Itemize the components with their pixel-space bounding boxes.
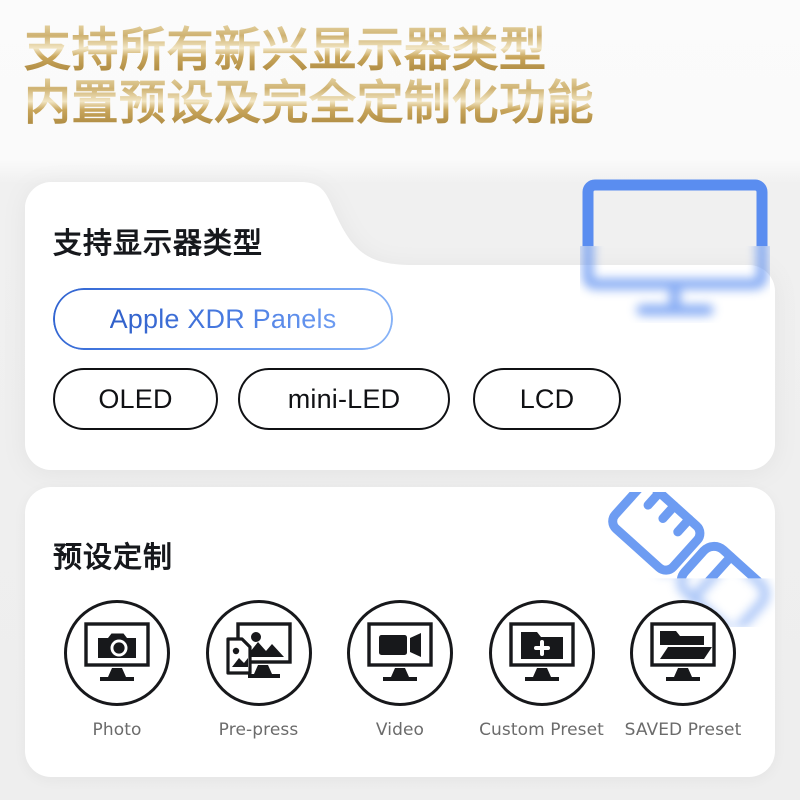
- preset-item-saved-preset[interactable]: SAVED Preset: [619, 600, 747, 740]
- preset-item-video[interactable]: Video: [336, 600, 464, 740]
- monitor-video-camera-icon: [367, 622, 433, 681]
- supported-panel-types-card: 支持显示器类型 Apple XDR Panels OLED mini-LED L…: [25, 182, 775, 470]
- preset-icon-circle: [347, 600, 453, 706]
- headline-line-1: 支持所有新兴显示器类型: [24, 24, 764, 77]
- pill-oled[interactable]: OLED: [53, 368, 218, 430]
- preset-list: Photo Pre-press Video Custom Preset SAVE…: [25, 600, 775, 740]
- preset-card-title: 预设定制: [53, 540, 174, 574]
- preset-icon-circle: [205, 600, 312, 706]
- monitor-folder-open-icon: [650, 622, 716, 681]
- preset-icon-circle: [630, 600, 736, 706]
- pill-label: LCD: [519, 383, 575, 414]
- preset-item-pre-press[interactable]: Pre-press: [195, 600, 323, 740]
- preset-label: SAVED Preset: [624, 720, 742, 740]
- preset-label: Video: [375, 720, 425, 740]
- monitor-image-document-icon: [225, 622, 292, 678]
- monitor-folder-plus-icon: [508, 622, 575, 681]
- pill-mini-led[interactable]: mini-LED: [238, 368, 450, 430]
- monitor-camera-icon: [84, 622, 150, 681]
- pill-label: OLED: [98, 383, 173, 414]
- pill-label: mini-LED: [287, 383, 401, 414]
- preset-label: Custom Preset: [479, 720, 604, 740]
- preset-item-photo[interactable]: Photo: [53, 600, 181, 740]
- panel-card-title: 支持显示器类型: [53, 226, 264, 260]
- preset-icon-circle: [64, 600, 170, 706]
- pill-label: Apple XDR Panels: [109, 303, 337, 334]
- preset-label: Photo: [92, 720, 142, 740]
- pill-lcd[interactable]: LCD: [473, 368, 621, 430]
- preset-icon-circle: [488, 600, 595, 706]
- preset-label: Pre-press: [218, 720, 299, 740]
- page-headline: 支持所有新兴显示器类型 内置预设及完全定制化功能: [24, 24, 764, 130]
- pill-apple-xdr-panels[interactable]: Apple XDR Panels: [53, 288, 393, 350]
- preset-item-custom-preset[interactable]: Custom Preset: [478, 600, 606, 740]
- headline-line-2: 内置预设及完全定制化功能: [24, 77, 764, 130]
